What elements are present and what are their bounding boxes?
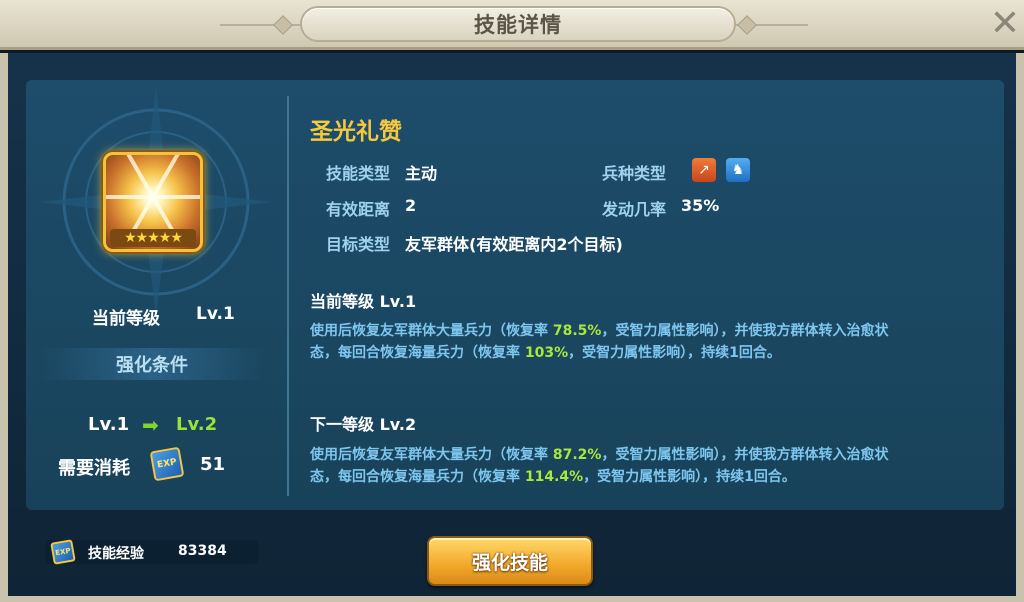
upgrade-skill-button[interactable]: 强化技能	[427, 536, 593, 586]
current-level-value: Lv.1	[196, 304, 235, 324]
skill-type-value: 主动	[405, 164, 438, 183]
frame-bottom	[0, 596, 1024, 602]
title-pill: 技能详情	[300, 6, 736, 42]
skill-icon[interactable]: ★★★★★	[103, 152, 203, 252]
cavalry-icon: ♞	[726, 158, 750, 182]
exp-book-icon: EXP	[149, 446, 185, 482]
upgrade-skill-label: 强化技能	[471, 551, 548, 574]
heal-rate-value: 87.2%	[552, 447, 602, 463]
frame-left	[0, 53, 8, 602]
target-type-label: 目标类型	[326, 235, 391, 254]
close-button[interactable]: ✕	[988, 6, 1022, 42]
heal-rate-value: 78.5%	[552, 323, 602, 339]
title-bar: 技能详情 ✕	[0, 0, 1024, 50]
desc-text: ，受智力属性影响），持续1回合。	[583, 469, 796, 485]
range-label: 有效距离	[326, 200, 391, 219]
skill-name: 圣光礼赞	[310, 119, 402, 145]
next-level-heading: 下一等级 Lv.2	[310, 415, 417, 434]
page-title: 技能详情	[474, 13, 562, 37]
column-divider	[287, 96, 289, 496]
cost-value: 51	[200, 454, 226, 475]
skill-exp-value: 83384	[178, 543, 227, 559]
to-level: Lv.2	[176, 414, 218, 435]
arrow-right-icon: ➡	[142, 413, 159, 437]
upgrade-condition-header: 强化条件	[38, 348, 266, 380]
current-level-description: 使用后恢复友军群体大量兵力（恢复率 78.5%，受智力属性影响），并使我方群体转…	[310, 320, 890, 364]
next-level-description: 使用后恢复友军群体大量兵力（恢复率 87.2%，受智力属性影响），并使我方群体转…	[310, 444, 890, 496]
desc-text: ，受智力属性影响），持续1回合。	[568, 345, 781, 361]
desc-text: 使用后恢复友军群体大量兵力（恢复率	[310, 323, 553, 339]
target-type-value: 友军群体(有效距离内2个目标)	[405, 235, 623, 254]
skill-type-label: 技能类型	[326, 164, 391, 183]
troop-type-label: 兵种类型	[602, 164, 667, 183]
heal-over-time-rate-value: 103%	[524, 345, 569, 361]
title-ornament-diamond-right	[737, 15, 757, 35]
upgrade-condition-title: 强化条件	[116, 355, 188, 376]
from-level: Lv.1	[88, 414, 130, 435]
trigger-chance-value: 35%	[681, 196, 720, 215]
frame-right	[1016, 53, 1024, 602]
current-level-label: 当前等级	[92, 309, 160, 329]
close-icon: ✕	[989, 3, 1021, 44]
star-rating: ★★★★★	[110, 229, 196, 247]
trigger-chance-label: 发动几率	[602, 200, 667, 219]
skill-exp-label: 技能经验	[88, 546, 144, 562]
exp-book-icon: EXP	[50, 539, 76, 565]
cost-label: 需要消耗	[58, 458, 130, 479]
spear-icon: ↗	[692, 158, 716, 182]
heal-over-time-rate-value: 114.4%	[524, 469, 584, 485]
desc-text: 使用后恢复友军群体大量兵力（恢复率	[310, 447, 553, 463]
current-level-heading: 当前等级 Lv.1	[310, 292, 417, 311]
title-ornament-diamond-left	[273, 15, 293, 35]
range-value: 2	[405, 196, 417, 215]
